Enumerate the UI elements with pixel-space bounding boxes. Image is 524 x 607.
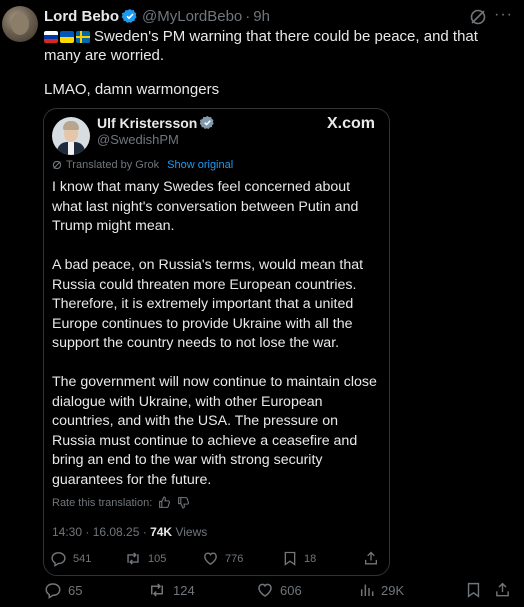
- tweet-text: Sweden's PM warning that there could be …: [44, 27, 514, 65]
- quoted-author-avatar[interactable]: [52, 117, 90, 155]
- heart-icon: [258, 583, 272, 597]
- quoted-paragraph: I know that many Swedes feel concerned a…: [52, 179, 359, 234]
- tweet-comment: LMAO, damn warmongers: [44, 81, 220, 98]
- quoted-tweet-text: I know that many Swedes feel concerned a…: [52, 178, 382, 510]
- rate-translation-label: Rate this translation:: [52, 496, 153, 509]
- share-button[interactable]: [494, 581, 511, 599]
- thumbs-up-icon[interactable]: [158, 496, 171, 509]
- translated-by-label: Translated by Grok: [66, 159, 160, 171]
- reply-count: 65: [68, 582, 83, 598]
- quoted-author-handle[interactable]: @SwedishPM: [97, 132, 179, 147]
- repost-count: 124: [173, 582, 195, 598]
- repost-icon: [151, 583, 163, 597]
- author-handle[interactable]: @MyLordBebo: [142, 8, 242, 25]
- author-avatar[interactable]: [2, 6, 38, 42]
- tweet-actions-bar: 65 124 606 29K: [44, 581, 514, 601]
- ukraine-flag-icon: [60, 31, 74, 43]
- quoted-paragraph: The government will now continue to main…: [52, 374, 377, 488]
- separator-dot: ·: [245, 7, 251, 25]
- quoted-tweet-card[interactable]: Ulf Kristersson @SwedishPM X.com Transla…: [43, 108, 390, 576]
- grok-icon[interactable]: [469, 8, 487, 26]
- quoted-timestamp[interactable]: 14:30 · 16.08.25 ·: [52, 525, 147, 539]
- verified-badge-icon: [122, 8, 138, 24]
- reply-icon: [45, 583, 61, 599]
- tweet-header: Lord Bebo @MyLordBebo · 9h: [44, 6, 270, 26]
- quoted-reply-button[interactable]: 541: [50, 550, 91, 567]
- like-button[interactable]: 606: [256, 581, 302, 599]
- quoted-reply-count: 541: [73, 552, 92, 565]
- gray-verified-badge-icon: [200, 115, 216, 131]
- quoted-like-button[interactable]: 776: [202, 550, 243, 567]
- analytics-icon: [360, 584, 374, 596]
- share-icon: [365, 551, 377, 565]
- sweden-flag-icon: [76, 31, 90, 43]
- russia-flag-icon: [44, 31, 58, 43]
- quoted-views-label: Views: [175, 525, 208, 539]
- quoted-paragraph: A bad peace, on Russia's terms, would me…: [52, 257, 364, 351]
- quoted-share-button[interactable]: [363, 550, 379, 567]
- quoted-bookmark-count: 18: [304, 552, 317, 565]
- views-count: 29K: [381, 582, 405, 598]
- quoted-like-count: 776: [225, 552, 244, 565]
- repost-icon: [127, 552, 139, 565]
- bookmark-icon: [467, 582, 480, 598]
- quoted-author-name-row: Ulf Kristersson: [97, 115, 216, 131]
- bookmark-button[interactable]: [465, 581, 482, 599]
- flag-emojis: [44, 31, 90, 43]
- quoted-repost-button[interactable]: 105: [124, 550, 166, 567]
- share-icon: [496, 582, 509, 597]
- quoted-repost-count: 105: [148, 552, 167, 565]
- rate-translation: Rate this translation:: [52, 496, 190, 509]
- reply-icon: [51, 552, 66, 567]
- quoted-tweet-meta: 14:30 · 16.08.25 · 74K Views: [52, 525, 207, 539]
- show-original-link[interactable]: Show original: [167, 159, 233, 171]
- author-name[interactable]: Lord Bebo: [44, 8, 119, 25]
- repost-button[interactable]: 124: [147, 581, 195, 599]
- translation-notice: Translated by Grok Show original: [52, 159, 233, 171]
- reply-button[interactable]: 65: [44, 581, 82, 599]
- like-count: 606: [280, 582, 302, 598]
- more-options-icon[interactable]: ···: [494, 6, 513, 24]
- thumbs-down-icon[interactable]: [177, 496, 190, 509]
- x-brand-label: X.com: [326, 115, 375, 132]
- heart-icon: [204, 552, 217, 565]
- quoted-views-count: 74K: [150, 525, 173, 539]
- views-button[interactable]: 29K: [359, 581, 404, 599]
- quoted-author-name[interactable]: Ulf Kristersson: [97, 115, 197, 131]
- grok-small-icon: [52, 160, 62, 170]
- bookmark-icon: [284, 551, 296, 566]
- tweet-text-line: Sweden's PM warning that there could be …: [44, 28, 478, 64]
- quoted-bookmark-button[interactable]: 18: [282, 550, 316, 567]
- post-time[interactable]: 9h: [253, 8, 270, 25]
